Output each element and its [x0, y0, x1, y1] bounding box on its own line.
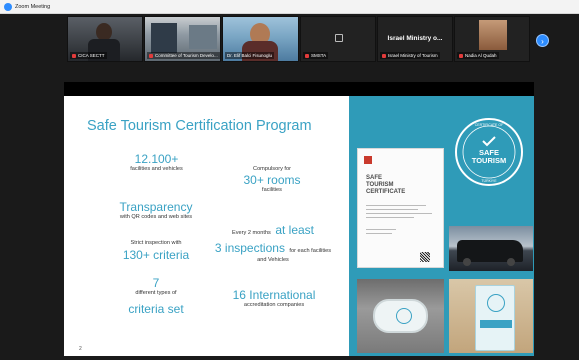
vehicle-wheel	[463, 258, 471, 266]
stat-caption: Compulsory for	[253, 166, 291, 172]
stat-international: 16 International accreditation companies	[214, 288, 334, 308]
participant-label: Committee of Tourism Develo...	[147, 52, 220, 59]
badge-ring-text: CERTIFICATE OF	[475, 123, 503, 127]
zoom-logo-icon	[4, 2, 12, 11]
participant-label: Nadia Al Qudah	[457, 52, 499, 59]
stat-caption: facilities	[262, 187, 282, 193]
stand-emblem-icon	[487, 294, 505, 312]
participant-label: CICA SECTT	[70, 52, 107, 59]
participant-avatar	[479, 20, 507, 50]
mic-muted-icon	[149, 53, 153, 58]
participant-tile[interactable]: Dr. Elif Balci Fisunoglu	[222, 16, 299, 62]
next-participants-button[interactable]: ›	[536, 34, 549, 47]
stat-caption: accreditation companies	[243, 302, 305, 308]
participant-name: SMSTA	[311, 53, 327, 58]
participant-header-name: Israel Ministry o...	[387, 35, 443, 42]
stat-criteria-set: 7 different types of criteria set	[101, 276, 211, 316]
certificate-title: SAFE TOURISM CERTIFICATE	[366, 175, 405, 196]
certificate-emblem-icon	[364, 156, 372, 164]
stand-banner	[480, 320, 512, 328]
stat-caption: and Vehicles	[257, 257, 289, 263]
participant-name: Dr. Elif Balci Fisunoglu	[227, 53, 273, 58]
certificate-title-line: SAFE	[366, 175, 383, 181]
participant-video	[151, 23, 177, 53]
wall-plaque	[373, 299, 428, 333]
slide-page-number: 2	[79, 346, 82, 352]
stat-caption: with QR codes and web sites	[119, 214, 193, 220]
window-title: Zoom Meeting	[15, 3, 51, 10]
stat-caption: facilities and vehicles	[130, 166, 183, 172]
stat-caption: Strict inspection with	[130, 240, 182, 246]
certificate-text-line	[366, 209, 418, 210]
participant-name: CICA SECTT	[78, 53, 105, 58]
stat-value: Transparency	[119, 200, 193, 214]
stat-value: 3 inspections	[214, 241, 285, 255]
participant-label: SMSTA	[303, 52, 329, 59]
stat-value: 12.100+	[134, 152, 179, 166]
slide-content: Safe Tourism Certification Program 12.10…	[64, 96, 349, 356]
display-stand-photo	[449, 279, 533, 353]
mic-muted-icon	[305, 53, 309, 58]
plaque-photo	[357, 279, 444, 353]
chevron-right-icon: ›	[541, 37, 544, 46]
participant-name: Israel Ministry of Tourism	[388, 53, 438, 58]
mic-muted-icon	[382, 53, 386, 58]
slide-title: Safe Tourism Certification Program	[87, 118, 312, 134]
certificate-image: SAFE TOURISM CERTIFICATE	[357, 148, 444, 268]
badge-line: TOURISM	[472, 156, 506, 165]
slide-image-panel: SAFE TOURISM CERTIFICATE SAFE TOURISM CE…	[349, 96, 534, 356]
participant-tile[interactable]: CICA SECTT	[67, 16, 143, 62]
plaque-emblem-icon	[396, 308, 412, 324]
participant-strip: CICA SECTT Committee of Tourism Develo..…	[0, 14, 579, 64]
participant-name: Committee of Tourism Develo...	[155, 53, 218, 58]
participant-tile[interactable]: Israel Ministry o... Israel Ministry of …	[377, 16, 453, 62]
certificate-text-line	[366, 229, 396, 230]
participant-label: Dr. Elif Balci Fisunoglu	[225, 52, 275, 59]
certificate-text-line	[366, 217, 414, 218]
certificate-text-line	[366, 213, 432, 214]
certificate-text-line	[366, 233, 392, 234]
stat-caption: different types of	[135, 290, 177, 296]
certificate-title-line: TOURISM	[366, 182, 394, 188]
stat-criteria: Strict inspection with 130+ criteria	[101, 240, 211, 262]
stat-rooms: Compulsory for 30+ rooms facilities	[217, 166, 327, 193]
stat-value: 130+ criteria	[122, 248, 190, 262]
vehicle-photo	[449, 226, 533, 271]
stat-transparency: Transparency with QR codes and web sites	[101, 200, 211, 220]
participant-name: Nadia Al Qudah	[465, 53, 497, 58]
participant-label: Israel Ministry of Tourism	[380, 52, 440, 59]
stat-facilities: 12.100+ facilities and vehicles	[109, 152, 204, 172]
certificate-title-line: CERTIFICATE	[366, 189, 406, 195]
stat-value: 7	[152, 276, 160, 290]
participant-tile[interactable]: Nadia Al Qudah	[454, 16, 530, 62]
window-titlebar: Zoom Meeting	[0, 0, 579, 14]
display-stand	[475, 285, 515, 351]
mic-muted-icon	[459, 53, 463, 58]
mic-muted-icon	[72, 53, 76, 58]
stat-inspections: Every 2 months at least 3 inspections fo…	[200, 221, 346, 263]
stat-value: 30+ rooms	[243, 173, 301, 187]
badge-ring-text: TÜRKİYE	[481, 178, 497, 183]
vehicle-wheel	[507, 258, 515, 266]
certificate-text-line	[366, 205, 426, 206]
participant-tile[interactable]: SMSTA	[300, 16, 376, 62]
camera-off-icon	[335, 34, 343, 42]
safe-tourism-badge-icon: SAFE TOURISM CERTIFICATE OF TÜRKİYE	[455, 118, 523, 186]
participant-video-bg	[189, 25, 217, 49]
stat-value: at least	[275, 223, 315, 237]
stat-value: 16 International	[232, 288, 316, 302]
stat-caption: for each facilities	[289, 248, 332, 254]
qr-code-icon	[420, 252, 430, 262]
participant-tile[interactable]: Committee of Tourism Develo...	[144, 16, 221, 62]
stat-caption: Every 2 months	[231, 230, 271, 236]
stat-value: criteria set	[128, 302, 184, 316]
